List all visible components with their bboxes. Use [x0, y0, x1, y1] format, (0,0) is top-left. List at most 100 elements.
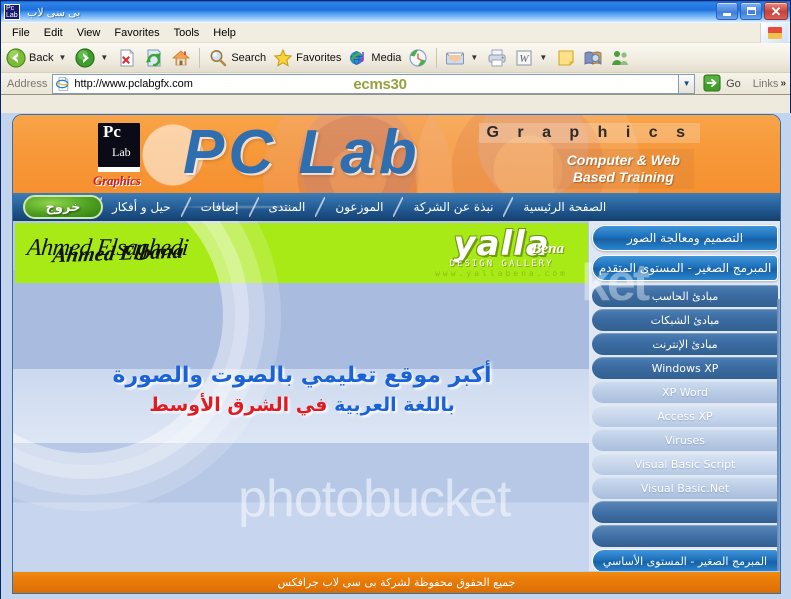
address-bar: Address http://www.pclabgfx.com ecms30 ▼	[1, 73, 790, 95]
window-controls: ✕	[716, 2, 788, 20]
browser-window: Pc Lab بى سى لاب ✕ File Edit View Favorit…	[0, 0, 791, 599]
logo-lab-text: Lab	[112, 145, 131, 159]
notes-icon	[556, 48, 576, 68]
back-button[interactable]: Back ▼	[3, 45, 71, 71]
toolbar-separator	[199, 47, 201, 68]
chevron-down-icon[interactable]: ▼	[100, 53, 108, 62]
search-icon	[208, 48, 228, 68]
history-button[interactable]	[405, 45, 431, 71]
pclab-logo[interactable]: Pc Lab Graphics	[93, 123, 149, 188]
forward-button[interactable]: ▼	[72, 45, 113, 71]
page-icon	[55, 76, 71, 92]
tagline-line-1: Computer & Web	[566, 152, 680, 168]
nav-item-dealers[interactable]: الموزعون	[325, 200, 393, 214]
sidebar-item-access-xp[interactable]: Access XP	[592, 405, 778, 427]
sidebar-item-viruses[interactable]: Viruses	[592, 429, 778, 451]
logo-pc-text: Pc	[103, 122, 121, 141]
research-icon	[583, 48, 603, 68]
maximize-icon	[746, 7, 756, 15]
nav-item-home[interactable]: الصفحة الرئيسية	[513, 200, 616, 214]
pclab-logo-badge: Pc Lab	[98, 123, 140, 167]
messenger-button[interactable]	[607, 45, 633, 71]
sidebar-item-programmer-basic[interactable]: المبرمج الصغير - المستوى الأساسي	[592, 549, 778, 573]
page-viewport: Pc Lab Graphics PC Lab G r a p h i c s C…	[1, 113, 791, 599]
menu-bar: File Edit View Favorites Tools Help	[1, 23, 790, 43]
links-button[interactable]: Links »	[747, 78, 790, 90]
go-icon	[703, 73, 723, 94]
print-button[interactable]	[484, 45, 510, 71]
site-body: Ahmed Elsaghedi Ahmed Elbana yalla DESIG…	[13, 221, 780, 573]
sidebar-item-design[interactable]: التصميم ومعالجة الصور	[592, 225, 778, 251]
address-input[interactable]: http://www.pclabgfx.com ecms30	[52, 73, 679, 94]
go-label: Go	[726, 77, 741, 90]
browser-brand-logo	[760, 23, 788, 43]
window-title: بى سى لاب	[27, 6, 81, 19]
site-graphics-word: G r a p h i c s	[478, 123, 700, 143]
chevron-down-icon[interactable]: ▼	[58, 53, 66, 62]
chevron-down-icon[interactable]: ▼	[470, 53, 478, 62]
maximize-button[interactable]	[740, 2, 762, 20]
menu-item-file[interactable]: File	[5, 25, 37, 41]
minimize-button[interactable]	[716, 2, 738, 20]
forward-icon	[75, 47, 95, 68]
go-button[interactable]: Go	[695, 73, 747, 94]
nav-item-tips[interactable]: حيل و أفكار	[102, 200, 181, 214]
watermark-brand: photobucket	[238, 470, 511, 528]
hero-line-2-red: في الشرق الأوسط	[149, 394, 328, 416]
sidebar-item-computer-basics[interactable]: مبادئ الحاسب	[592, 285, 778, 307]
links-label: Links	[752, 77, 779, 90]
sidebar-item-programmer-advanced[interactable]: المبرمج الصغير - المستوى المتقدم	[592, 255, 778, 281]
menu-item-tools[interactable]: Tools	[167, 25, 207, 41]
sidebar-item-blank-1[interactable]	[592, 501, 778, 523]
media-button[interactable]: Media	[345, 45, 404, 71]
search-button[interactable]: Search	[205, 45, 269, 71]
close-icon: ✕	[770, 3, 782, 19]
chevron-down-icon: ▼	[682, 79, 691, 88]
ad-banner[interactable]: Ahmed Elsaghedi Ahmed Elbana yalla DESIG…	[15, 223, 588, 283]
menu-item-help[interactable]: Help	[206, 25, 243, 41]
media-icon	[348, 48, 368, 68]
site-tagline: Computer & Web Based Training	[552, 149, 694, 189]
menu-item-edit[interactable]: Edit	[37, 25, 70, 41]
menu-item-view[interactable]: View	[70, 25, 108, 41]
favorites-label: Favorites	[296, 51, 342, 64]
mail-icon	[445, 48, 465, 68]
nav-exit-button[interactable]: خروج	[23, 195, 103, 219]
home-button[interactable]	[168, 45, 194, 71]
title-bar: Pc Lab بى سى لاب ✕	[1, 1, 790, 23]
sidebar-item-vbscript[interactable]: Visual Basic Script	[592, 453, 778, 475]
logo-graphics-text: Graphics	[93, 173, 141, 188]
menu-item-favorites[interactable]: Favorites	[107, 25, 166, 41]
sidebar-item-internet-basics[interactable]: مبادئ الإنترنت	[592, 333, 778, 355]
media-label: Media	[371, 51, 402, 64]
nav-item-addons[interactable]: إضافات	[191, 200, 249, 214]
chevron-down-icon[interactable]: ▼	[539, 53, 547, 62]
chevron-right-icon[interactable]: »	[780, 78, 786, 89]
page-edge-decoration	[777, 299, 780, 573]
sidebar-item-vbnet[interactable]: Visual Basic.Net	[592, 477, 778, 499]
refresh-button[interactable]	[141, 45, 167, 71]
notes-button[interactable]	[553, 45, 579, 71]
favorites-button[interactable]: Favorites	[270, 45, 344, 71]
mail-button[interactable]: ▼	[442, 45, 483, 71]
sidebar-item-blank-2[interactable]	[592, 525, 778, 547]
site-navigation: خروج الصفحة الرئيسية نبذة عن الشركة المو…	[13, 193, 780, 221]
address-dropdown-button[interactable]: ▼	[678, 73, 696, 94]
sidebar-item-network-basics[interactable]: مبادئ الشبكات	[592, 309, 778, 331]
nav-separator	[315, 197, 326, 217]
ecms-watermark: ecms30	[353, 75, 407, 93]
sidebar-item-xp-word[interactable]: XP Word	[592, 381, 778, 403]
nav-separator	[503, 197, 514, 217]
stop-button[interactable]	[114, 45, 140, 71]
site-sidebar: ket التصميم ومعالجة الصور المبرمج الصغير…	[581, 221, 780, 573]
close-button[interactable]: ✕	[764, 2, 788, 20]
research-button[interactable]	[580, 45, 606, 71]
history-icon	[408, 48, 428, 68]
stop-icon	[117, 48, 137, 68]
nav-separator	[393, 197, 404, 217]
nav-item-forum[interactable]: المنتدى	[259, 200, 316, 214]
nav-item-about[interactable]: نبذة عن الشركة	[403, 200, 503, 214]
edit-word-button[interactable]: W ▼	[511, 45, 552, 71]
sidebar-item-windows-xp[interactable]: Windows XP	[592, 357, 778, 379]
address-label: Address	[7, 77, 48, 90]
